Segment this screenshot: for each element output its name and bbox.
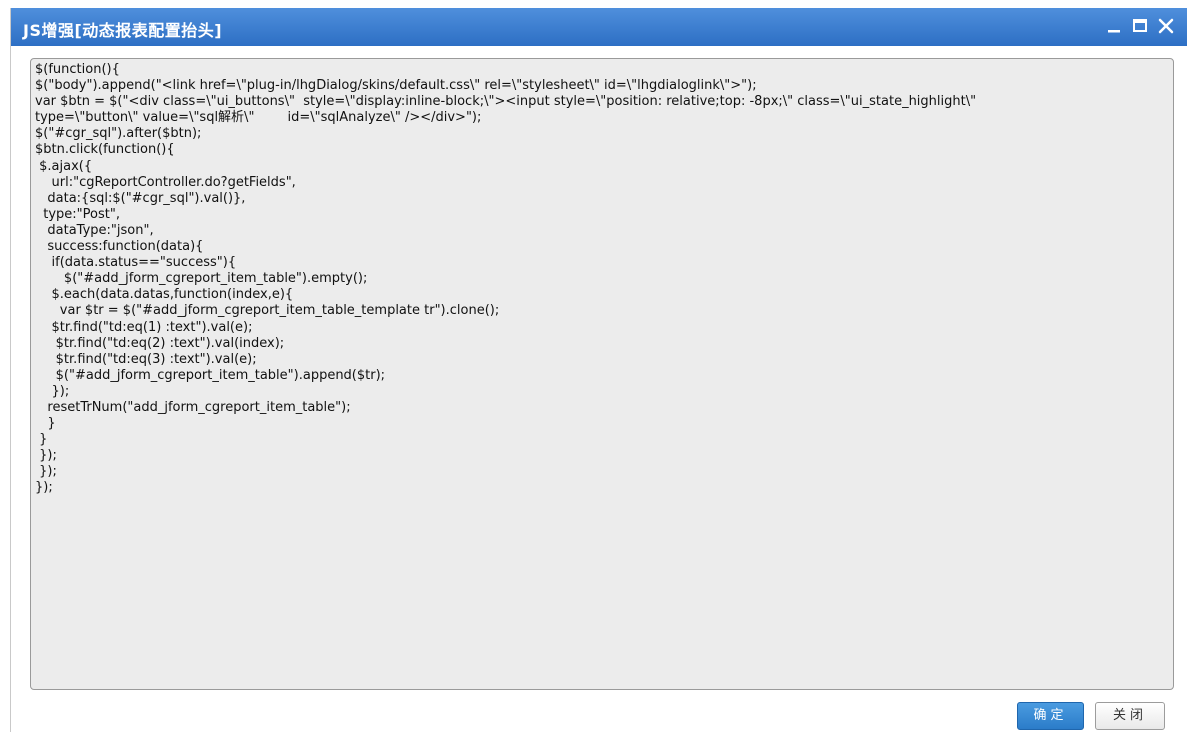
minimize-icon[interactable] [1103,15,1125,37]
js-code-editor[interactable]: $(function(){ $("body").append("<link hr… [30,58,1174,690]
close-button[interactable]: 关闭 [1095,702,1165,730]
dialog-window: JS增强[动态报表配置抬头] $(function(){ $("body").a… [10,8,1187,732]
dialog-titlebar[interactable]: JS增强[动态报表配置抬头] [11,8,1187,46]
ok-button[interactable]: 确定 [1017,702,1084,730]
dialog-title: JS增强[动态报表配置抬头] [23,21,223,40]
close-icon[interactable] [1155,15,1177,37]
maximize-icon[interactable] [1129,15,1151,37]
